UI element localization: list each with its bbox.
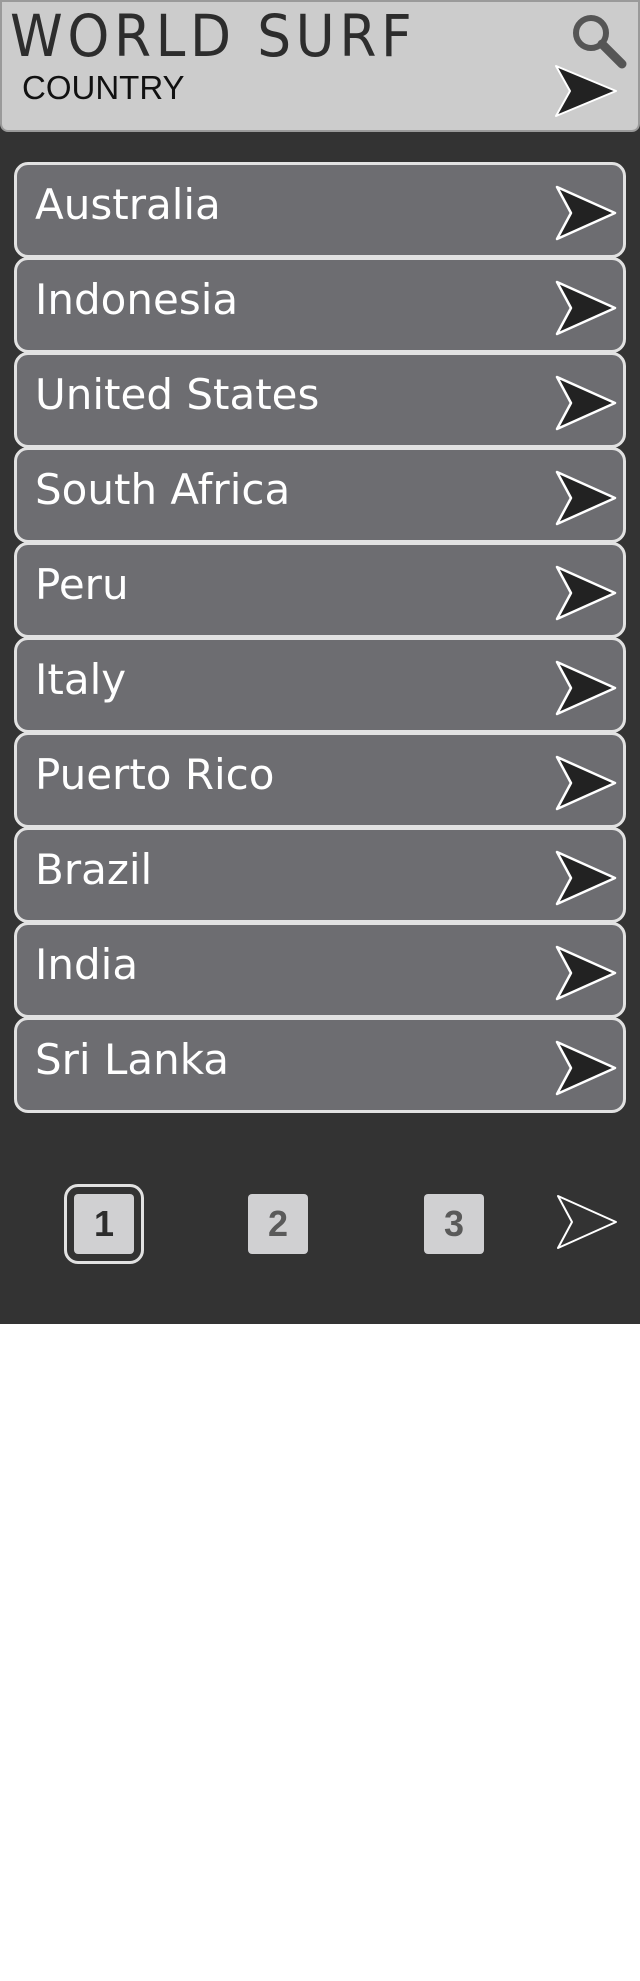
- app-title: WORLD SURF: [10, 2, 417, 70]
- arrow-right-icon: [555, 185, 617, 241]
- page-button-3[interactable]: 3: [424, 1194, 484, 1254]
- page-button-1[interactable]: 1: [64, 1184, 144, 1264]
- country-label: Australia: [35, 180, 221, 229]
- section-label: COUNTRY: [22, 69, 185, 106]
- pagination: 1 2 3: [0, 1170, 640, 1280]
- page-button-2[interactable]: 2: [248, 1194, 308, 1254]
- list-item[interactable]: Australia: [14, 162, 626, 258]
- arrow-right-icon: [555, 1040, 617, 1096]
- list-item[interactable]: Peru: [14, 542, 626, 638]
- arrow-right-icon: [555, 945, 617, 1001]
- list-item[interactable]: Indonesia: [14, 257, 626, 353]
- country-list: Australia Indonesia United States South …: [14, 162, 626, 1113]
- arrow-right-icon: [555, 280, 617, 336]
- list-item[interactable]: Puerto Rico: [14, 732, 626, 828]
- arrow-right-icon: [555, 375, 617, 431]
- arrow-right-icon: [555, 470, 617, 526]
- list-item[interactable]: India: [14, 922, 626, 1018]
- country-label: United States: [35, 370, 320, 419]
- search-icon: [573, 15, 627, 69]
- arrow-right-icon: [555, 850, 617, 906]
- list-item[interactable]: South Africa: [14, 447, 626, 543]
- country-label: India: [35, 940, 139, 989]
- country-label: Indonesia: [35, 275, 239, 324]
- country-label: Sri Lanka: [35, 1035, 230, 1084]
- arrow-right-icon: [555, 65, 617, 117]
- list-item[interactable]: Brazil: [14, 827, 626, 923]
- list-item[interactable]: Italy: [14, 637, 626, 733]
- app-screen: WORLD SURF COUNTRY Australia Indonesia U…: [0, 0, 640, 1324]
- arrow-right-icon: [557, 1195, 617, 1249]
- arrow-right-icon: [555, 755, 617, 811]
- country-label: Italy: [35, 655, 127, 704]
- next-page-button[interactable]: [556, 1194, 618, 1250]
- arrow-right-icon: [555, 565, 617, 621]
- country-label: Puerto Rico: [35, 750, 275, 799]
- list-item[interactable]: United States: [14, 352, 626, 448]
- country-label: Peru: [35, 560, 129, 609]
- header-bar: WORLD SURF COUNTRY: [0, 0, 640, 132]
- country-label: South Africa: [35, 465, 291, 514]
- header-next-button[interactable]: [554, 64, 618, 118]
- list-item[interactable]: Sri Lanka: [14, 1017, 626, 1113]
- search-button[interactable]: [568, 10, 628, 70]
- arrow-right-icon: [555, 660, 617, 716]
- country-label: Brazil: [35, 845, 153, 894]
